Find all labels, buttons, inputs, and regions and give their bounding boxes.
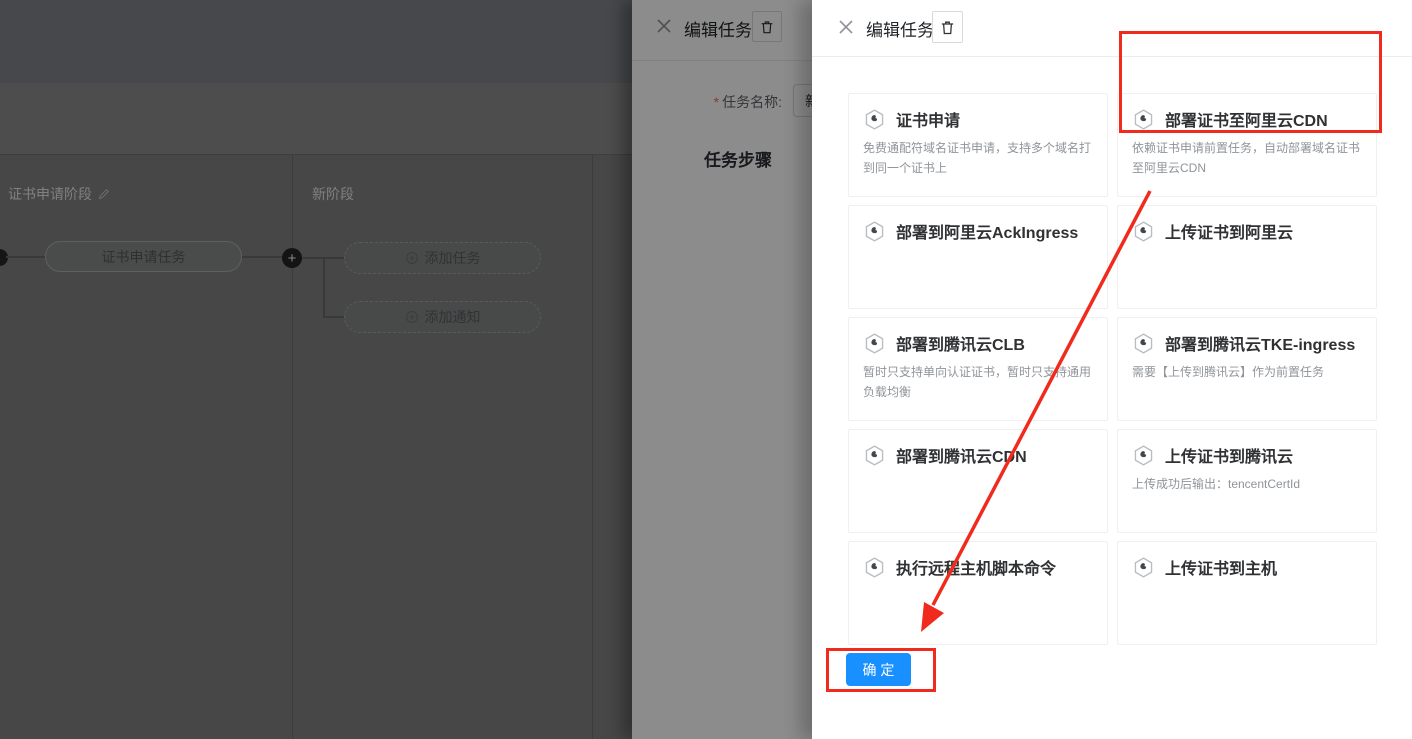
card-title: 上传证书到主机 [1165, 555, 1277, 579]
task-type-card[interactable]: 部署到腾讯云TKE-ingress 需要【上传到腾讯云】作为前置任务 [1117, 317, 1377, 421]
plugin-icon [863, 332, 886, 355]
add-task-label: 添加任务 [425, 248, 481, 268]
card-description: 依赖证书申请前置任务，自动部署域名证书至阿里云CDN [1118, 131, 1376, 178]
card-header: 部署到阿里云AckIngress [849, 206, 1107, 243]
stage-divider [292, 155, 293, 739]
divider [812, 56, 1412, 57]
card-description [849, 579, 1107, 586]
stage-title-label: 新阶段 [312, 184, 354, 204]
select-task-type-drawer: 编辑任务 证书申请 免费通配符域名证书申请，支持多个域名打到同一个证书上 部署证… [812, 0, 1412, 739]
add-notification-label: 添加通知 [425, 307, 481, 327]
card-description [1118, 579, 1376, 586]
card-header: 上传证书到主机 [1118, 542, 1376, 579]
plugin-icon [863, 556, 886, 579]
card-description [849, 243, 1107, 250]
card-header: 部署到腾讯云CDN [849, 430, 1107, 467]
card-description [1118, 243, 1376, 250]
circle-plus-icon [405, 251, 419, 265]
card-title: 部署到腾讯云TKE-ingress [1165, 331, 1355, 355]
app-header [0, 0, 632, 83]
workflow-page-background: 证书申请阶段 新阶段 证书申请任务 + 添加任务 添加通知 [0, 0, 632, 739]
card-description: 暂时只支持单向认证证书，暂时只支持通用负载均衡 [849, 355, 1107, 402]
task-type-card[interactable]: 执行远程主机脚本命令 [848, 541, 1108, 645]
task-type-card[interactable]: 证书申请 免费通配符域名证书申请，支持多个域名打到同一个证书上 [848, 93, 1108, 197]
task-type-card[interactable]: 上传证书到阿里云 [1117, 205, 1377, 309]
add-task-button[interactable]: 添加任务 [344, 242, 541, 274]
card-title: 部署证书至阿里云CDN [1165, 107, 1328, 131]
card-header: 部署到腾讯云TKE-ingress [1118, 318, 1376, 355]
close-icon[interactable] [838, 19, 854, 35]
flow-connector [323, 257, 325, 317]
card-title: 部署到腾讯云CDN [896, 443, 1027, 467]
plugin-icon [1132, 444, 1155, 467]
stage-title-new-stage: 新阶段 [312, 184, 354, 204]
plugin-icon [1132, 332, 1155, 355]
task-type-card[interactable]: 部署到腾讯云CLB 暂时只支持单向认证证书，暂时只支持通用负载均衡 [848, 317, 1108, 421]
stage-title-label: 证书申请阶段 [8, 184, 92, 204]
card-title: 部署到腾讯云CLB [896, 331, 1025, 355]
add-notification-button[interactable]: 添加通知 [344, 301, 541, 333]
card-title: 上传证书到腾讯云 [1165, 443, 1293, 467]
edit-icon[interactable] [98, 188, 110, 200]
circle-plus-icon [405, 310, 419, 324]
task-type-card[interactable]: 部署到腾讯云CDN [848, 429, 1108, 533]
drawer-title: 编辑任务 [866, 16, 934, 41]
page-toolbar [0, 83, 632, 155]
card-title: 执行远程主机脚本命令 [896, 555, 1056, 579]
drawer-header: 编辑任务 [812, 0, 1412, 60]
card-title: 证书申请 [896, 107, 960, 131]
task-type-card[interactable]: 上传证书到主机 [1117, 541, 1377, 645]
trash-icon [939, 19, 956, 36]
plugin-icon [1132, 108, 1155, 131]
task-type-card[interactable]: 部署到阿里云AckIngress [848, 205, 1108, 309]
task-type-card[interactable]: 上传证书到腾讯云 上传成功后输出：tencentCertId [1117, 429, 1377, 533]
confirm-button[interactable]: 确 定 [846, 653, 911, 686]
card-header: 部署到腾讯云CLB [849, 318, 1107, 355]
card-header: 上传证书到阿里云 [1118, 206, 1376, 243]
card-description: 免费通配符域名证书申请，支持多个域名打到同一个证书上 [849, 131, 1107, 178]
plugin-icon [863, 220, 886, 243]
add-stage-button[interactable]: + [282, 248, 302, 268]
task-node-button[interactable]: 证书申请任务 [45, 241, 242, 272]
card-header: 部署证书至阿里云CDN [1118, 94, 1376, 131]
card-description [849, 467, 1107, 474]
task-type-card[interactable]: 部署证书至阿里云CDN 依赖证书申请前置任务，自动部署域名证书至阿里云CDN [1117, 93, 1377, 197]
card-description: 上传成功后输出：tencentCertId [1118, 467, 1376, 494]
flow-connector [6, 256, 45, 258]
delete-task-button[interactable] [932, 11, 963, 43]
flow-connector [242, 256, 284, 258]
card-header: 证书申请 [849, 94, 1107, 131]
card-header: 执行远程主机脚本命令 [849, 542, 1107, 579]
stage-title-cert-request: 证书申请阶段 [8, 184, 110, 204]
card-title: 上传证书到阿里云 [1165, 219, 1293, 243]
plugin-icon [863, 108, 886, 131]
flow-connector [323, 316, 344, 318]
card-header: 上传证书到腾讯云 [1118, 430, 1376, 467]
stage-divider [592, 155, 593, 739]
card-description: 需要【上传到腾讯云】作为前置任务 [1118, 355, 1376, 382]
plugin-icon [1132, 220, 1155, 243]
card-title: 部署到阿里云AckIngress [896, 219, 1078, 243]
plugin-icon [863, 444, 886, 467]
plugin-icon [1132, 556, 1155, 579]
